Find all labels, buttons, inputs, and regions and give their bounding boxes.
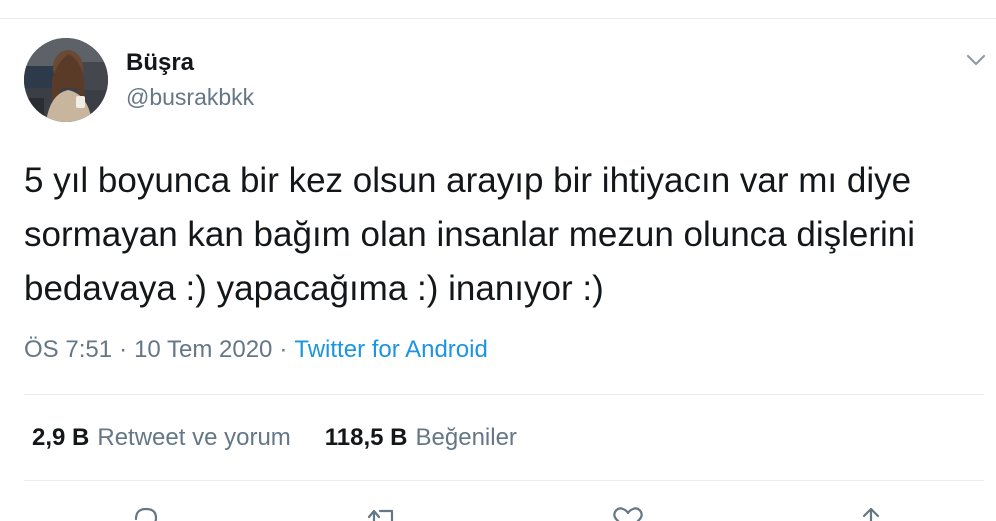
like-icon[interactable] (612, 505, 644, 521)
tweet-text-line: bedavaya :) yapacağıma :) inanıyor :) (24, 269, 604, 308)
tweet-card: Büşra @busrakbkk 5 yıl boyunca bir kez o… (0, 0, 996, 521)
avatar[interactable] (24, 38, 108, 122)
stats-divider-bottom (24, 480, 984, 481)
retweets-count: 2,9 B (32, 424, 90, 451)
reply-icon[interactable] (130, 505, 162, 521)
likes-stat[interactable]: 118,5 B Beğeniler (325, 424, 517, 452)
tweet-text: 5 yıl boyunca bir kez olsun arayıp bir i… (24, 154, 984, 316)
top-divider (0, 18, 996, 19)
likes-count: 118,5 B (324, 424, 408, 451)
tweet-date[interactable]: 10 Tem 2020 (134, 336, 272, 364)
meta-separator: · (119, 336, 128, 363)
tweet-text-line: sormayan kan bağım olan insanlar mezun o… (24, 215, 916, 254)
likes-label: Beğeniler (415, 424, 517, 451)
user-handle[interactable]: @busrakbkk (126, 84, 254, 111)
chevron-down-icon[interactable] (964, 50, 988, 70)
avatar-photo (24, 38, 108, 122)
meta-separator: · (279, 336, 288, 363)
tweet-text-line: 5 yıl boyunca bir kez olsun arayıp bir i… (24, 161, 912, 200)
tweet-stats: 2,9 B Retweet ve yorum 118,5 B Beğeniler (32, 424, 517, 452)
retweets-stat[interactable]: 2,9 B Retweet ve yorum (32, 424, 291, 452)
retweets-label: Retweet ve yorum (97, 424, 291, 451)
stats-divider-top (24, 394, 984, 395)
tweet-source-link[interactable]: Twitter for Android (294, 336, 487, 364)
tweet-meta: ÖS 7:51 · 10 Tem 2020 · Twitter for Andr… (24, 336, 488, 364)
retweet-icon[interactable] (366, 505, 398, 521)
tweet-time[interactable]: ÖS 7:51 (24, 336, 112, 364)
share-icon[interactable] (858, 505, 890, 521)
display-name[interactable]: Büşra (126, 49, 194, 77)
